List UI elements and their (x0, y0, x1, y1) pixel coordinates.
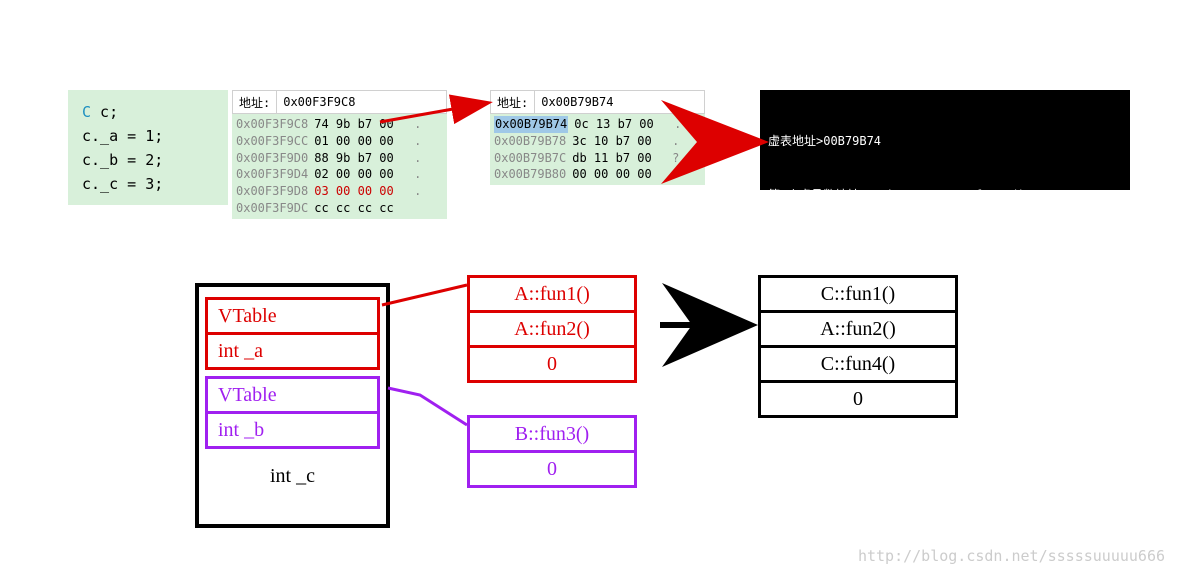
memory-panel-1: 地址: 0x00F3F9C8 0x00F3F9C874 9b b7 00 .0x… (232, 90, 447, 219)
memory-row-tail: . (658, 166, 680, 183)
memory-row-address: 0x00F3F9C8 (236, 116, 308, 133)
address-bar-2[interactable]: 地址: 0x00B79B74 (490, 90, 705, 114)
memory-row-tail: . (400, 116, 422, 133)
memory-row-address: 0x00B79B7C (494, 150, 566, 167)
address-label: 地址: (491, 94, 534, 111)
memory-row-bytes: 03 00 00 00 (314, 183, 393, 200)
console-line: 第0个虚函数地址 :0Xb7130c,->C::func1() (768, 186, 1122, 204)
memory-row-tail: . (400, 183, 422, 200)
obj-int-a: int _a (205, 335, 380, 370)
memory-row-tail: . (400, 166, 422, 183)
code-type: C (82, 103, 91, 121)
memory-row-bytes: 3c 10 b7 00 (572, 133, 651, 150)
memory-row-bytes: 00 00 00 00 (572, 166, 651, 183)
address-bar-1[interactable]: 地址: 0x00F3F9C8 (232, 90, 447, 114)
vtable-a-entry: A::fun2() (467, 313, 637, 348)
memory-dump-1: 0x00F3F9C8 74 9b b7 00 . 0x00F3F9CC 01 00 0… (232, 114, 447, 219)
memory-row: 0x00F3F9D0 88 9b b7 00 . (236, 150, 443, 167)
object-layout-box: VTable int _a VTable int _b int _c (195, 283, 390, 528)
memory-row-tail: . (400, 133, 422, 150)
vtable-b-end: 0 (467, 453, 637, 488)
memory-row-bytes: 74 9b b7 00 (314, 116, 393, 133)
code-text: c; (91, 103, 118, 121)
vtable-a-entry: A::fun1() (467, 275, 637, 313)
memory-row: 0x00B79B74 0c 13 b7 00 . (494, 116, 701, 133)
memory-row: 0x00F3F9D4 02 00 00 00 . (236, 166, 443, 183)
memory-row-bytes: 01 00 00 00 (314, 133, 393, 150)
address-value[interactable]: 0x00B79B74 (534, 91, 704, 113)
memory-row-address: 0x00B79B78 (494, 133, 566, 150)
memory-row: 0x00B79B7C db 11 b7 00 ? (494, 150, 701, 167)
memory-row-bytes: db 11 b7 00 (572, 150, 651, 167)
code-line: C c; (82, 100, 214, 124)
obj-int-c: int _c (205, 455, 380, 498)
vtable-a-box: A::fun1() A::fun2() 0 (467, 275, 637, 383)
watermark: http://blog.csdn.net/sssssuuuuu666 (858, 547, 1165, 565)
code-line: c._a = 1; (82, 124, 214, 148)
vtable-c-entry: C::fun4() (761, 348, 955, 383)
vtable-b-box: B::fun3() 0 (467, 415, 637, 488)
console-output: 虚表地址>00B79B74 第0个虚函数地址 :0Xb7130c,->C::fu… (760, 90, 1130, 190)
memory-row-address: 0x00F3F9CC (236, 133, 308, 150)
memory-row: 0x00F3F9CC 01 00 00 00 . (236, 133, 443, 150)
obj-int-b: int _b (205, 414, 380, 449)
memory-row-address: 0x00F3F9D0 (236, 150, 308, 167)
memory-row: 0x00B79B80 00 00 00 00 . (494, 166, 701, 183)
memory-panel-2: 地址: 0x00B79B74 0x00B79B740c 13 b7 00 .0x… (490, 90, 705, 185)
memory-row-address: 0x00F3F9D8 (236, 183, 308, 200)
obj-vtable-a: VTable (205, 297, 380, 335)
memory-row-address: 0x00B79B74 (494, 116, 568, 133)
memory-row-tail: . (658, 133, 680, 150)
memory-row-address: 0x00F3F9DC (236, 200, 308, 217)
memory-row-address: 0x00B79B80 (494, 166, 566, 183)
console-line: 第1个虚函数地址 :0Xb7103c,->A::func2 (768, 240, 1122, 258)
memory-row-bytes: 02 00 00 00 (314, 166, 393, 183)
memory-row: 0x00B79B78 3c 10 b7 00 . (494, 133, 701, 150)
memory-row-tail: . (400, 150, 422, 167)
obj-vtable-b: VTable (205, 376, 380, 414)
vtable-a-end: 0 (467, 348, 637, 383)
vtable-c-end: 0 (761, 383, 955, 415)
connector-red (382, 285, 467, 305)
memory-row-bytes: 0c 13 b7 00 (574, 116, 653, 133)
memory-row-bytes: 88 9b b7 00 (314, 150, 393, 167)
memory-row-tail: ? (658, 150, 680, 167)
connector-purple (388, 388, 467, 425)
memory-row: 0x00F3F9DC cc cc cc cc (236, 200, 443, 217)
vtable-c-entry: C::fun1() (761, 278, 955, 313)
memory-row: 0x00F3F9C8 74 9b b7 00 . (236, 116, 443, 133)
source-code-block: C c; c._a = 1; c._b = 2; c._c = 3; (68, 90, 228, 205)
memory-row-bytes: cc cc cc cc (314, 200, 393, 217)
memory-row-tail: . (660, 116, 682, 133)
address-label: 地址: (233, 94, 276, 111)
vtable-b-entry: B::fun3() (467, 415, 637, 453)
memory-row-address: 0x00F3F9D4 (236, 166, 308, 183)
code-line: c._b = 2; (82, 148, 214, 172)
vtable-c-box: C::fun1() A::fun2() C::fun4() 0 (758, 275, 958, 418)
memory-row-tail (400, 200, 414, 217)
code-line: c._c = 3; (82, 172, 214, 196)
vtable-c-entry: A::fun2() (761, 313, 955, 348)
console-line: 虚表地址>00B79B74 (768, 132, 1122, 150)
memory-row: 0x00F3F9D8 03 00 00 00 . (236, 183, 443, 200)
memory-dump-2: 0x00B79B74 0c 13 b7 00 . 0x00B79B78 3c 10 b… (490, 114, 705, 185)
address-value[interactable]: 0x00F3F9C8 (276, 91, 446, 113)
